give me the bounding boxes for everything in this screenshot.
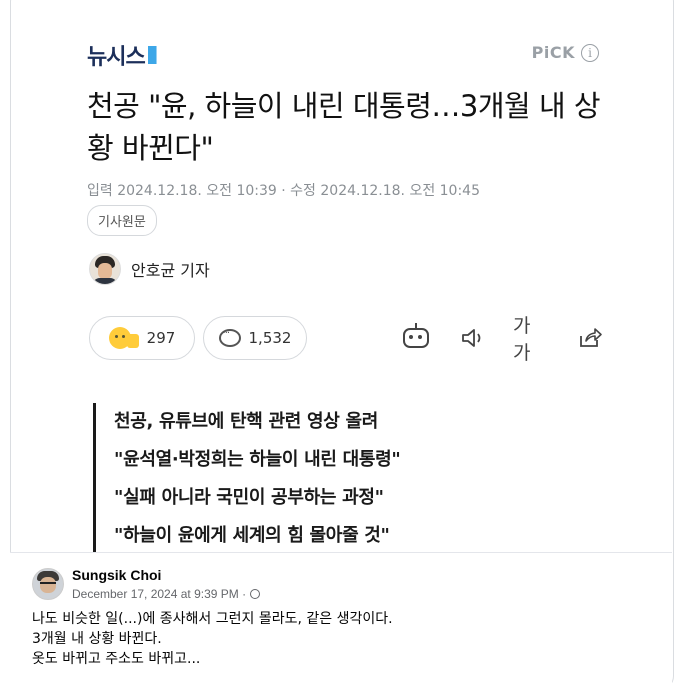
reaction-button[interactable]: 297 <box>89 316 195 360</box>
smile-emoji-icon <box>108 327 131 349</box>
reporter-avatar <box>89 253 121 285</box>
share-icon <box>580 328 602 347</box>
reaction-count: 297 <box>146 329 176 347</box>
article-headline: 천공 "윤, 하늘이 내린 대통령…3개월 내 상황 바뀐다" <box>87 89 601 165</box>
subheading: 천공, 유튜브에 탄핵 관련 영상 올려 <box>114 411 379 432</box>
post-line: 3개월 내 상황 바뀐다. <box>32 631 162 647</box>
robot-icon <box>403 323 429 348</box>
post-author[interactable]: Sungsik Choi <box>72 567 161 583</box>
logo-text: 뉴시스 <box>87 45 146 70</box>
post-text: 나도 비슷한 일(...)에 종사해서 그런지 몰라도, 같은 생각이다. 3개… <box>32 609 393 669</box>
comment-button[interactable]: 1,532 <box>203 316 307 360</box>
post-line: 옷도 바뀌고 주소도 바뀌고... <box>32 651 201 667</box>
subheading: "실패 아니라 국민이 공부하는 과정" <box>114 487 384 508</box>
reporter-name: 안호균 기자 <box>131 261 210 280</box>
post-timestamp-row: December 17, 2024 at 9:39 PM · <box>72 587 261 601</box>
pick-badge[interactable]: PiCK i <box>532 43 599 62</box>
listen-button[interactable] <box>456 321 490 355</box>
newsis-logo[interactable]: 뉴시스 <box>87 39 164 71</box>
comment-count: 1,532 <box>248 329 292 347</box>
pick-label: PiCK <box>531 43 575 62</box>
avatar[interactable] <box>32 568 64 600</box>
reporter-byline[interactable]: 안호균 기자 <box>89 253 210 285</box>
info-icon[interactable]: i <box>581 43 599 62</box>
original-article-button[interactable]: 기사원문 <box>87 205 157 236</box>
font-size-button[interactable]: 가가 <box>513 315 547 364</box>
subheading: "하늘이 윤에게 세계의 힘 몰아줄 것" <box>114 525 390 546</box>
logo-mark-icon <box>147 46 157 64</box>
article-subheadings: 천공, 유튜브에 탄핵 관련 영상 올려 "윤석열·박정희는 하늘이 내린 대통… <box>93 403 401 555</box>
article-timestamps: 입력 2024.12.18. 오전 10:39 · 수정 2024.12.18.… <box>87 183 480 199</box>
share-button[interactable] <box>573 321 607 355</box>
facebook-post: Sungsik Choi December 17, 2024 at 9:39 P… <box>10 552 672 693</box>
subheading: "윤석열·박정희는 하늘이 내린 대통령" <box>114 449 401 470</box>
globe-icon <box>250 589 261 599</box>
speaker-icon <box>462 329 481 347</box>
post-timestamp[interactable]: December 17, 2024 at 9:39 PM · <box>72 587 246 601</box>
comment-bubble-icon <box>218 328 241 347</box>
post-line: 나도 비슷한 일(...)에 종사해서 그런지 몰라도, 같은 생각이다. <box>32 611 393 627</box>
summary-bot-button[interactable] <box>399 321 433 355</box>
